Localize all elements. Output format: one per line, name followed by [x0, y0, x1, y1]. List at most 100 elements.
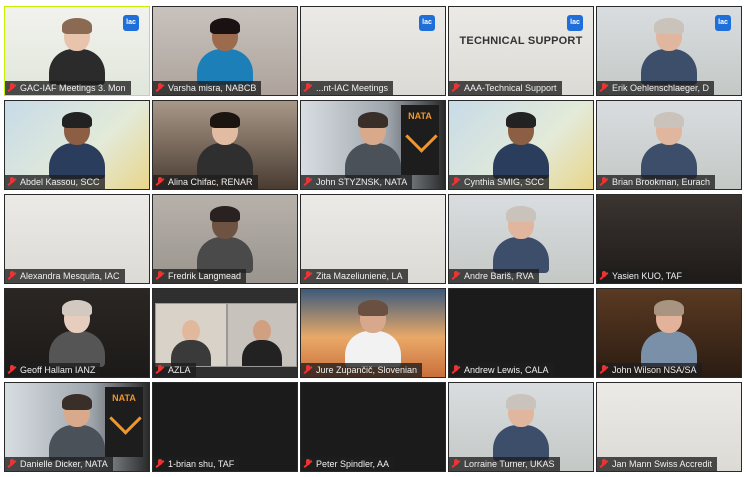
participant-name: Alexandra Mesquita, IAC — [20, 271, 120, 281]
participant-name: Yasien KUO, TAF — [612, 271, 683, 281]
participant-hair — [62, 300, 92, 316]
video-tile[interactable]: John Wilson NSA/SA — [596, 288, 742, 378]
participant-name: Jure Zupančič, Slovenian — [316, 365, 418, 375]
muted-mic-icon — [453, 177, 459, 186]
iac-logo-badge: lac — [567, 15, 583, 31]
video-tile[interactable]: Lorraine Turner, UKAS — [448, 382, 594, 472]
muted-mic-icon — [157, 459, 163, 468]
participant-name-label: Geoff Hallam IANZ — [5, 363, 101, 377]
video-tile[interactable]: Alexandra Mesquita, IAC — [4, 194, 150, 284]
participant-hair — [358, 300, 388, 316]
nata-logo: NATA — [105, 387, 143, 457]
participant-body — [641, 143, 697, 179]
video-tile[interactable]: Zita Mazeliunienė, LA — [300, 194, 446, 284]
participant-avatar — [641, 18, 697, 85]
participant-hair — [358, 112, 388, 128]
participant-body — [493, 143, 549, 179]
participant-name: AZLA — [168, 365, 191, 375]
participant-avatar — [49, 112, 105, 179]
participant-body — [641, 49, 697, 85]
video-tile[interactable]: AZLA — [152, 288, 298, 378]
participant-name-label: Jure Zupančič, Slovenian — [301, 363, 423, 377]
nata-logo: NATA — [401, 105, 439, 175]
participant-name-label: Zita Mazeliunienė, LA — [301, 269, 408, 283]
participant-name-label: Varsha misra, NABCB — [153, 81, 262, 95]
participant-body — [345, 331, 401, 367]
muted-mic-icon — [601, 83, 607, 92]
participant-hair — [210, 18, 240, 34]
video-tile[interactable]: Andrew Lewis, CALA — [448, 288, 594, 378]
video-tile[interactable]: Abdel Kassou, SCC — [4, 100, 150, 190]
participant-name: John Wilson NSA/SA — [612, 365, 697, 375]
video-tile[interactable]: Geoff Hallam IANZ — [4, 288, 150, 378]
participant-avatar — [49, 18, 105, 85]
muted-mic-icon — [157, 83, 163, 92]
muted-mic-icon — [157, 271, 163, 280]
participant-name-label: Brian Brookman, Eurach — [597, 175, 716, 189]
participant-name: GAC-IAF Meetings 3. Mon — [20, 83, 126, 93]
participant-name-label: Abdel Kassou, SCC — [5, 175, 105, 189]
muted-mic-icon — [9, 459, 15, 468]
participant-hair — [62, 18, 92, 34]
participant-avatar — [345, 112, 401, 179]
participant-name-label: Fredrik Langmead — [153, 269, 247, 283]
video-tile[interactable]: lac ...nt-IAC Meetings — [300, 6, 446, 96]
technical-support-sign: TECHNICAL SUPPORT — [459, 35, 583, 47]
participant-body — [49, 331, 105, 367]
participant-hair — [62, 112, 92, 128]
muted-mic-icon — [157, 365, 163, 374]
video-tile[interactable]: NATA Danielle Dicker, NATA — [4, 382, 150, 472]
participant-avatar — [197, 112, 253, 179]
iac-logo-badge: lac — [715, 15, 731, 31]
participant-name-label: AZLA — [153, 363, 196, 377]
video-tile[interactable]: lac Erik Oehlenschlaeger, D — [596, 6, 742, 96]
participant-avatar — [197, 18, 253, 85]
video-tile[interactable]: NATA John STYZNSK, NATA — [300, 100, 446, 190]
video-tile[interactable]: Yasien KUO, TAF — [596, 194, 742, 284]
participant-hair — [506, 394, 536, 410]
participant-head — [253, 320, 271, 342]
muted-mic-icon — [157, 177, 163, 186]
participant-avatar — [345, 300, 401, 367]
participant-name-label: Cynthia SMIG, SCC — [449, 175, 550, 189]
participant-name-label: Lorraine Turner, UKAS — [449, 457, 560, 471]
participant-name-label: John Wilson NSA/SA — [597, 363, 702, 377]
video-tile[interactable]: Brian Brookman, Eurach — [596, 100, 742, 190]
sub-video-1 — [155, 303, 227, 367]
participant-avatar — [493, 394, 549, 461]
participant-avatar — [641, 300, 697, 367]
video-tile[interactable]: Jan Mann Swiss Accredit — [596, 382, 742, 472]
participant-name: Jan Mann Swiss Accredit — [612, 459, 713, 469]
video-tile[interactable]: TECHNICAL SUPPORT lac AAA-Technical Suppor… — [448, 6, 594, 96]
participant-name-label: GAC-IAF Meetings 3. Mon — [5, 81, 131, 95]
video-tile[interactable]: Alina Chifac, RENAR — [152, 100, 298, 190]
video-grid: lac GAC-IAF Meetings 3. Mon Varsha misra, … — [4, 6, 742, 474]
participant-name-label: Alexandra Mesquita, IAC — [5, 269, 125, 283]
muted-mic-icon — [453, 83, 459, 92]
participant-name: Zita Mazeliunienė, LA — [316, 271, 403, 281]
participant-name: Alina Chifac, RENAR — [168, 177, 253, 187]
participant-head — [182, 320, 200, 342]
video-tile[interactable]: lac GAC-IAF Meetings 3. Mon — [4, 6, 150, 96]
participant-name-label: Alina Chifac, RENAR — [153, 175, 258, 189]
video-tile[interactable]: Jure Zupančič, Slovenian — [300, 288, 446, 378]
video-tile[interactable]: Varsha misra, NABCB — [152, 6, 298, 96]
participant-body — [493, 237, 549, 273]
participant-name: Fredrik Langmead — [168, 271, 242, 281]
video-tile[interactable]: Cynthia SMIG, SCC — [448, 100, 594, 190]
participant-name-label: John STYZNSK, NATA — [301, 175, 413, 189]
muted-mic-icon — [305, 459, 311, 468]
video-tile[interactable]: Peter Spindler, AA — [300, 382, 446, 472]
muted-mic-icon — [9, 365, 15, 374]
muted-mic-icon — [453, 271, 459, 280]
video-tile[interactable]: 1-brian shu, TAF — [152, 382, 298, 472]
participant-avatar — [493, 206, 549, 273]
participant-name: Geoff Hallam IANZ — [20, 365, 96, 375]
video-tile[interactable]: Andre Bariš, RVA — [448, 194, 594, 284]
participant-body — [242, 340, 282, 366]
participant-avatar — [49, 300, 105, 367]
participant-name: Andre Bariš, RVA — [464, 271, 534, 281]
video-tile[interactable]: Fredrik Langmead — [152, 194, 298, 284]
muted-mic-icon — [601, 365, 607, 374]
iac-logo-badge: lac — [123, 15, 139, 31]
